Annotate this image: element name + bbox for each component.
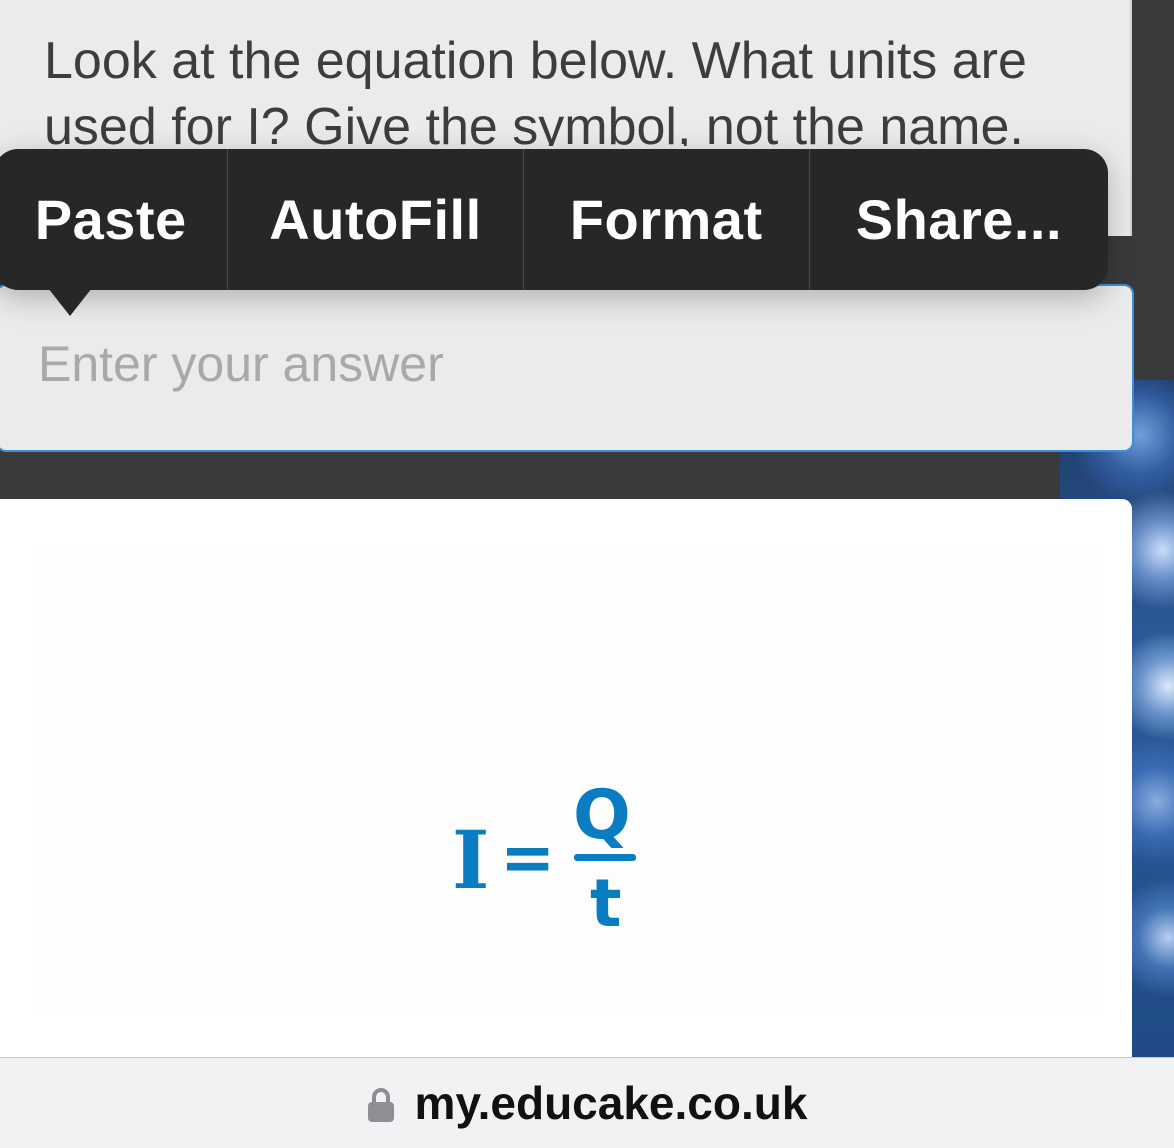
equation-equals: = xyxy=(500,819,555,896)
equation-denominator: t xyxy=(590,865,622,940)
share-menu-item[interactable]: Share... xyxy=(810,149,1108,290)
lock-icon xyxy=(367,1088,394,1122)
question-text: Look at the equation below. What units a… xyxy=(44,32,1027,146)
address-bar[interactable]: my.educake.co.uk xyxy=(0,1057,1174,1148)
answer-input[interactable] xyxy=(38,324,1088,404)
format-menu-item[interactable]: Format xyxy=(524,149,810,290)
context-menu-pointer xyxy=(48,288,92,316)
paste-menu-item[interactable]: Paste xyxy=(0,149,229,290)
url-text[interactable]: my.educake.co.uk xyxy=(415,1076,808,1130)
answer-field[interactable] xyxy=(0,284,1134,452)
equation-lhs: I xyxy=(452,813,489,907)
fraction-bar xyxy=(574,854,636,861)
equation-image: I = Q t xyxy=(452,776,636,940)
equation-numerator: Q xyxy=(573,776,631,855)
context-menu: Paste AutoFill Format Share... xyxy=(0,149,1108,290)
autofill-menu-item[interactable]: AutoFill xyxy=(228,149,524,290)
